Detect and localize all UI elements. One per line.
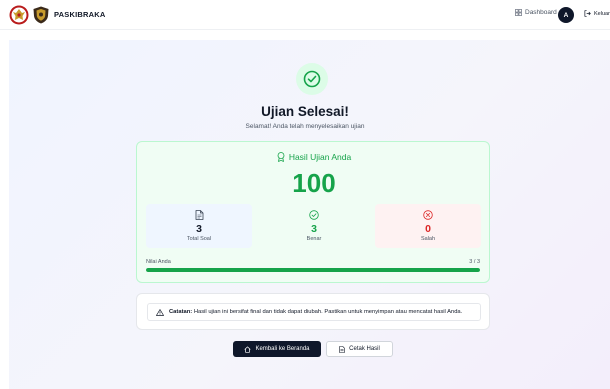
notice-text: Hasil ujian ini bersifat final dan tidak… bbox=[193, 309, 463, 315]
score-progress-bar bbox=[146, 268, 480, 272]
logout-label: Keluar bbox=[594, 10, 610, 17]
back-to-home-label: Kembali ke Beranda bbox=[255, 346, 310, 352]
stat-wrong-value: 0 bbox=[425, 223, 431, 235]
stat-wrong-label: Salah bbox=[420, 236, 436, 242]
brand-name: PASKIBRAKA bbox=[54, 10, 106, 19]
result-card-header: Hasil Ujian Anda bbox=[137, 152, 491, 162]
stat-total-questions: 3 Total Soal bbox=[146, 204, 252, 248]
award-icon bbox=[277, 152, 285, 162]
score-fraction: 3 / 3 bbox=[469, 259, 480, 265]
print-result-button[interactable]: Cetak Hasil bbox=[326, 341, 393, 357]
notice-card: Catatan: Hasil ujian ini bersifat final … bbox=[136, 293, 490, 330]
print-result-label: Cetak Hasil bbox=[349, 346, 380, 352]
warning-triangle-icon bbox=[156, 308, 164, 316]
user-avatar[interactable]: A bbox=[558, 7, 574, 23]
home-icon bbox=[244, 346, 252, 353]
score-value: 100 bbox=[292, 168, 336, 198]
shield-logo-icon bbox=[33, 6, 49, 24]
result-card: Hasil Ujian Anda 100 3 Total Soal 3 Bena… bbox=[136, 141, 490, 283]
notice-label: Catatan: bbox=[169, 309, 193, 315]
top-header: PASKIBRAKA Dashboard A Keluar bbox=[0, 0, 610, 30]
document-icon bbox=[195, 210, 203, 220]
page-title: Ujian Selesai! bbox=[261, 104, 349, 119]
stat-wrong: 0 Salah bbox=[375, 204, 481, 248]
back-to-home-button[interactable]: Kembali ke Beranda bbox=[233, 341, 321, 357]
stat-total-label: Total Soal bbox=[186, 236, 212, 242]
avatar-initial: A bbox=[563, 11, 569, 19]
nav-dashboard-label: Dashboard bbox=[525, 9, 557, 16]
document-icon bbox=[339, 345, 345, 353]
logout-icon bbox=[584, 10, 591, 17]
grid-icon bbox=[515, 9, 522, 16]
stat-total-value: 3 bbox=[196, 223, 202, 235]
stat-correct-value: 3 bbox=[311, 223, 317, 235]
notice-box: Catatan: Hasil ujian ini bersifat final … bbox=[147, 303, 481, 321]
nav-dashboard-link[interactable]: Dashboard bbox=[515, 9, 557, 16]
page-subtitle: Selamat! Anda telah menyelesaikan ujian bbox=[245, 123, 365, 130]
success-badge bbox=[296, 63, 328, 95]
check-circle-icon bbox=[303, 70, 321, 88]
score-label: Nilai Anda bbox=[146, 259, 171, 265]
result-card-title: Hasil Ujian Anda bbox=[288, 152, 352, 162]
x-circle-icon bbox=[423, 210, 433, 220]
check-circle-icon bbox=[309, 210, 319, 220]
stat-correct-label: Benar bbox=[306, 236, 322, 242]
emblem-logo-icon bbox=[9, 5, 29, 25]
stat-correct: 3 Benar bbox=[261, 204, 367, 248]
score-progress-fill bbox=[146, 268, 480, 272]
logout-button[interactable]: Keluar bbox=[584, 10, 610, 17]
